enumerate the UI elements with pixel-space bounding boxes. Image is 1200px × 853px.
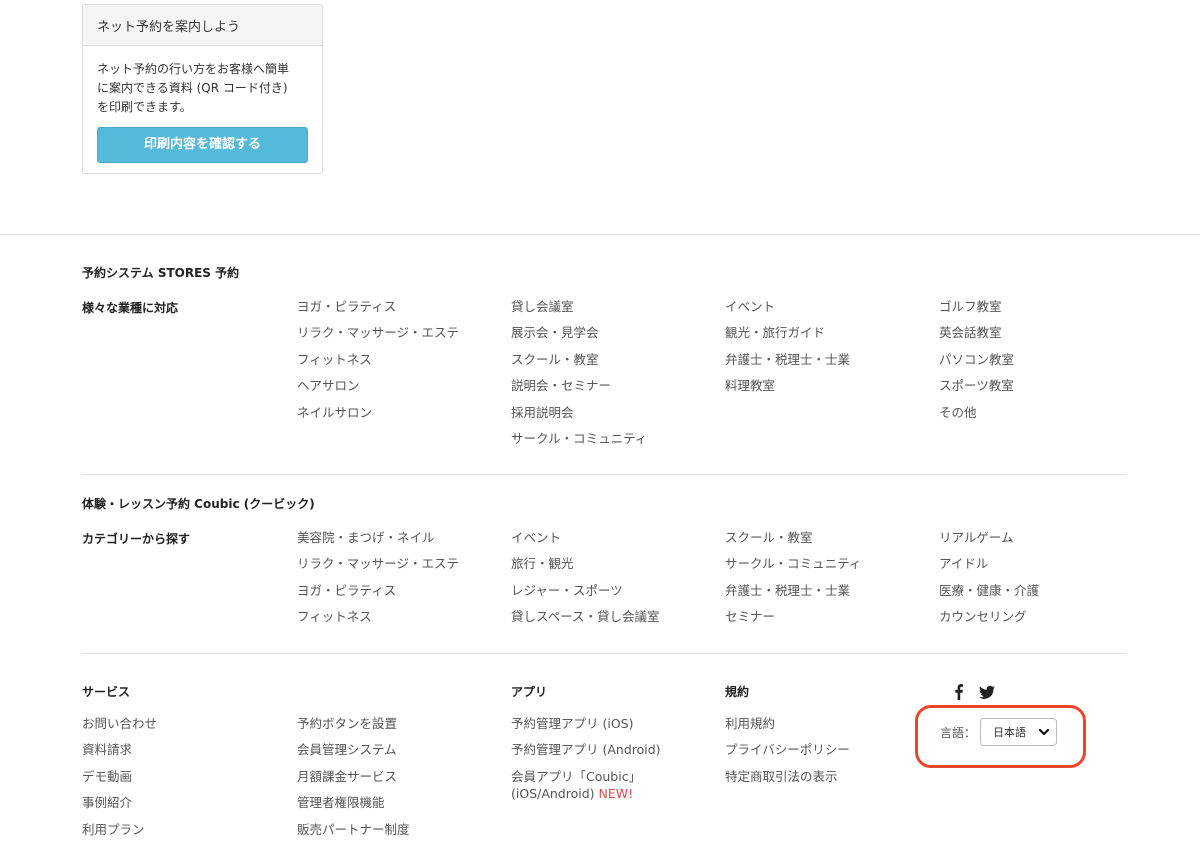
footer-link[interactable]: 展示会・見学会	[511, 325, 599, 340]
footer-link[interactable]: 事例紹介	[82, 795, 132, 810]
language-selected-value: 日本語	[993, 726, 1027, 739]
new-badge: NEW!	[598, 785, 634, 801]
section-divider	[0, 234, 1200, 235]
coubic-column-3: スクール・教室 サークル・コミュニティ 弁護士・税理士・士業 セミナー	[725, 525, 861, 631]
print-guide-card: ネット予約を案内しよう ネット予約の行い方をお客様へ簡単 に案内できる資料 (Q…	[82, 4, 323, 174]
footer-link[interactable]: 採用説明会	[511, 405, 574, 420]
chevron-down-icon	[1038, 728, 1050, 736]
footer-link[interactable]: セミナー	[725, 609, 775, 624]
coubic-column-2: イベント 旅行・観光 レジャー・スポーツ 貸しスペース・貸し会議室	[511, 525, 660, 631]
footer-link[interactable]: 販売パートナー制度	[297, 822, 410, 837]
footer-link[interactable]: ヨガ・ピラティス	[297, 299, 396, 314]
footer-link[interactable]: デモ動画	[82, 769, 132, 784]
member-app-line2: (iOS/Android)	[511, 785, 595, 801]
footer-link[interactable]: リアルゲーム	[939, 530, 1014, 545]
footer-link[interactable]: 旅行・観光	[511, 556, 574, 571]
member-app-line1: 会員アプリ「Coubic」	[511, 768, 642, 784]
footer-link[interactable]: ヨガ・ピラティス	[297, 583, 396, 598]
footer-link[interactable]: 弁護士・税理士・士業	[725, 352, 850, 367]
card-body: ネット予約の行い方をお客様へ簡単 に案内できる資料 (QR コード付き) を印刷…	[83, 46, 322, 177]
social-links	[951, 684, 995, 700]
footer-terms-column: 規約 利用規約 プライバシーポリシー 特定商取引法の表示	[725, 683, 850, 790]
footer-service-column: サービス お問い合わせ 資料請求 デモ動画 事例紹介 利用プラン	[82, 683, 157, 843]
section-divider	[82, 474, 1126, 475]
footer-link[interactable]: スクール・教室	[511, 352, 599, 367]
footer-link[interactable]: リラク・マッサージ・エステ	[297, 556, 459, 571]
footer-link[interactable]: その他	[939, 405, 977, 420]
footer-link[interactable]: 料理教室	[725, 378, 775, 393]
stores-column-2: 貸し会議室 展示会・見学会 スクール・教室 説明会・セミナー 採用説明会 サーク…	[511, 294, 647, 452]
app-heading: アプリ	[511, 685, 548, 699]
footer-link[interactable]: 月額課金サービス	[297, 769, 397, 784]
footer-link[interactable]: リラク・マッサージ・エステ	[297, 325, 459, 340]
footer-link[interactable]: プライバシーポリシー	[725, 742, 850, 757]
footer-link[interactable]: 美容院・まつげ・ネイル	[297, 530, 435, 545]
footer-link[interactable]: ヘアサロン	[297, 378, 360, 393]
footer-link[interactable]: 予約管理アプリ (Android)	[511, 742, 661, 757]
footer-link[interactable]: 説明会・セミナー	[511, 378, 611, 393]
footer-link[interactable]: 医療・健康・介護	[939, 583, 1039, 598]
language-select[interactable]: 日本語	[980, 718, 1058, 746]
footer-link[interactable]: 弁護士・税理士・士業	[725, 583, 850, 598]
footer-link[interactable]: 英会話教室	[939, 325, 1002, 340]
footer-link[interactable]: 利用規約	[725, 716, 775, 731]
footer-service-column-2: 予約ボタンを設置 会員管理システム 月額課金サービス 管理者権限機能 販売パート…	[297, 711, 410, 843]
footer-link[interactable]: お問い合わせ	[82, 716, 157, 731]
coubic-subtitle: カテゴリーから探す	[82, 532, 191, 546]
footer-link[interactable]: スポーツ教室	[939, 378, 1014, 393]
card-description-line: ネット予約の行い方をお客様へ簡単	[97, 62, 290, 76]
card-description-line: に案内できる資料 (QR コード付き)	[97, 81, 288, 95]
footer-app-column: アプリ 予約管理アプリ (iOS) 予約管理アプリ (Android) 会員アプ…	[511, 683, 661, 802]
language-label: 言語：	[940, 725, 977, 740]
footer-link[interactable]: レジャー・スポーツ	[511, 583, 623, 598]
footer-link[interactable]: カウンセリング	[939, 609, 1027, 624]
footer-link[interactable]: イベント	[725, 299, 775, 314]
footer-link[interactable]: 特定商取引法の表示	[725, 769, 838, 784]
footer-link[interactable]: 予約管理アプリ (iOS)	[511, 716, 633, 731]
coubic-column-4: リアルゲーム アイドル 医療・健康・介護 カウンセリング	[939, 525, 1039, 631]
stores-subtitle: 様々な業種に対応	[82, 301, 179, 315]
section-divider	[82, 653, 1126, 654]
stores-section-title: 予約システム STORES 予約	[82, 266, 240, 280]
coubic-column-1: 美容院・まつげ・ネイル リラク・マッサージ・エステ ヨガ・ピラティス フィットネ…	[297, 525, 459, 631]
footer-link[interactable]: 予約ボタンを設置	[297, 716, 397, 731]
footer-link[interactable]: パソコン教室	[939, 352, 1014, 367]
footer-link[interactable]: サークル・コミュニティ	[511, 431, 647, 446]
footer-link[interactable]: アイドル	[939, 556, 988, 571]
stores-column-3: イベント 観光・旅行ガイド 弁護士・税理士・士業 料理教室	[725, 294, 850, 400]
terms-heading: 規約	[725, 685, 750, 699]
footer-link[interactable]: サークル・コミュニティ	[725, 556, 861, 571]
footer-link[interactable]: スクール・教室	[725, 530, 813, 545]
footer-link[interactable]: ゴルフ教室	[939, 299, 1002, 314]
confirm-print-button[interactable]: 印刷内容を確認する	[97, 127, 308, 163]
stores-column-4: ゴルフ教室 英会話教室 パソコン教室 スポーツ教室 その他	[939, 294, 1014, 426]
footer-link[interactable]: 会員管理システム	[297, 742, 397, 757]
card-title: ネット予約を案内しよう	[83, 5, 322, 46]
footer-link[interactable]: フィットネス	[297, 609, 372, 624]
footer-link[interactable]: 貸しスペース・貸し会議室	[511, 609, 660, 624]
card-description-line: を印刷できます。	[97, 100, 192, 114]
facebook-icon[interactable]	[951, 684, 967, 700]
footer-link[interactable]: 利用プラン	[82, 822, 145, 837]
service-heading: サービス	[82, 685, 131, 699]
footer-link[interactable]: ネイルサロン	[297, 405, 372, 420]
coubic-section-title: 体験・レッスン予約 Coubic (クービック)	[82, 497, 315, 511]
footer-link[interactable]: 管理者権限機能	[297, 795, 385, 810]
footer-link[interactable]: フィットネス	[297, 352, 372, 367]
footer-link[interactable]: 観光・旅行ガイド	[725, 325, 825, 340]
footer-link[interactable]: 貸し会議室	[511, 299, 574, 314]
language-selector-row: 言語： 日本語	[940, 718, 1058, 746]
stores-column-1: ヨガ・ピラティス リラク・マッサージ・エステ フィットネス ヘアサロン ネイルサ…	[297, 294, 459, 426]
footer-link[interactable]: 資料請求	[82, 742, 132, 757]
member-app-link[interactable]: 会員アプリ「Coubic」 (iOS/Android) NEW!	[511, 769, 641, 801]
footer-link[interactable]: イベント	[511, 530, 561, 545]
twitter-icon[interactable]	[979, 684, 995, 700]
